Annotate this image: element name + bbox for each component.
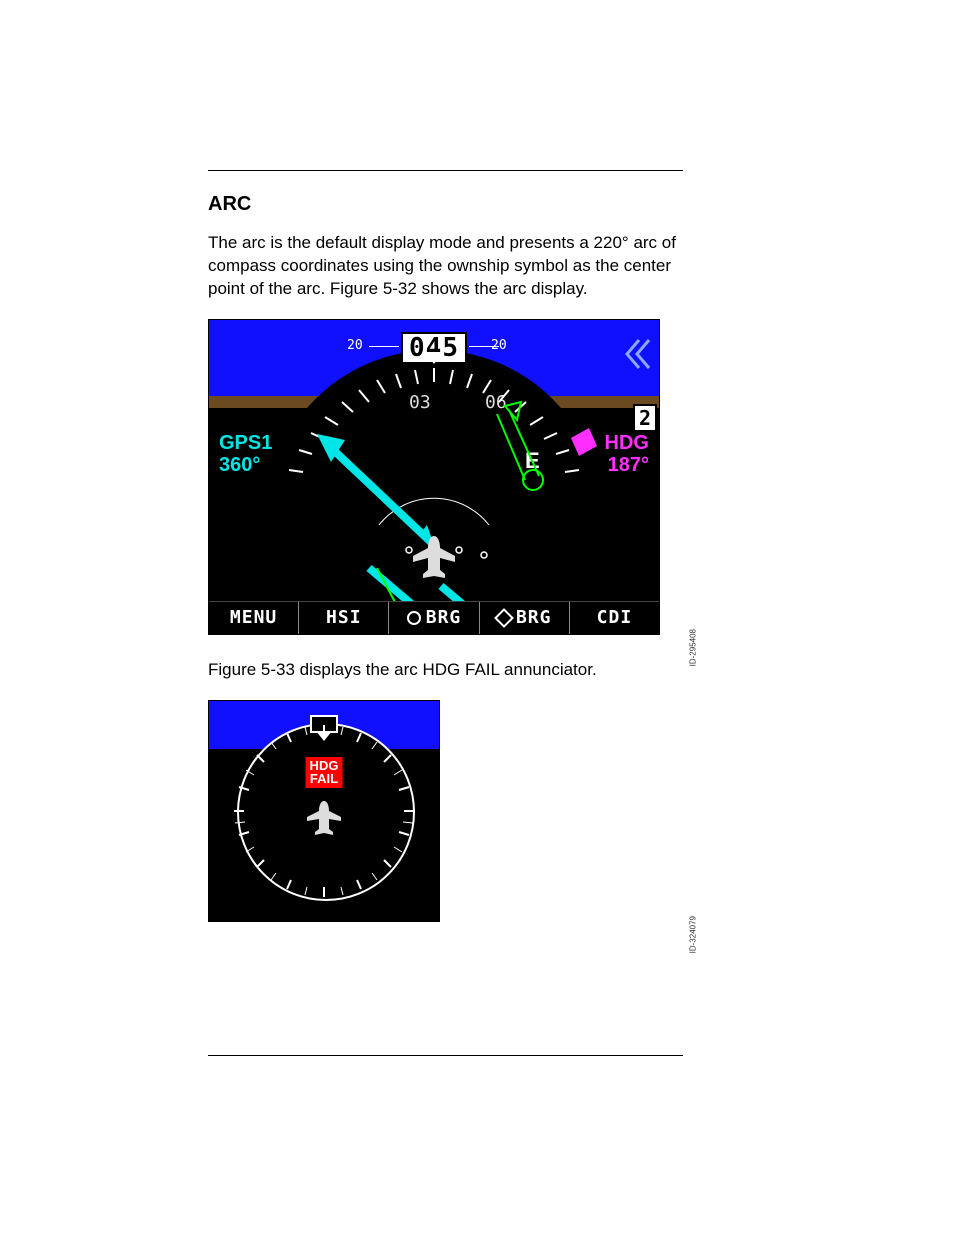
nav-source-readout: GPS1 360° xyxy=(219,432,272,476)
hdg-fail-svg xyxy=(209,701,439,921)
softkey-brg1[interactable]: BRG xyxy=(389,602,479,634)
softkey-label: BRG xyxy=(516,607,552,628)
softkey-menu[interactable]: MENU xyxy=(209,602,299,634)
softkey-hsi[interactable]: HSI xyxy=(299,602,389,634)
figure-hdg-fail: HDG FAIL xyxy=(208,700,683,922)
bottom-rule-wrap xyxy=(208,1055,683,1056)
tape-line-left xyxy=(369,346,399,347)
softkey-brg2[interactable]: BRG xyxy=(480,602,570,634)
diamond-icon xyxy=(494,608,514,628)
softkey-label: CDI xyxy=(597,607,633,628)
figure-arc-display: 20 20 045 03 06 E 2 GPS1 360° HDG 187° xyxy=(208,319,683,635)
section-title: ARC xyxy=(208,193,683,216)
figure-id-label: ID-324079 xyxy=(688,916,697,953)
hdg-fail-display: HDG FAIL xyxy=(208,700,440,922)
softkey-bar: MENU HSI BRG BRG CDI xyxy=(209,601,659,634)
heading-readout: 045 xyxy=(401,332,467,365)
hdg-select-value: 187° xyxy=(608,454,649,476)
compass-num-03: 03 xyxy=(409,392,431,413)
softkey-label: HSI xyxy=(326,607,362,628)
hdg-select-label: HDG xyxy=(605,432,649,454)
bottom-rule xyxy=(208,1055,683,1056)
compass-num-06: 06 xyxy=(485,392,507,413)
tape-num-right: 20 xyxy=(491,338,507,353)
softkey-cdi[interactable]: CDI xyxy=(570,602,659,634)
minimums-digit: 2 xyxy=(633,404,657,432)
softkey-label: MENU xyxy=(230,607,277,628)
nav-source-value: 360° xyxy=(219,454,260,476)
nav-source-id: GPS1 xyxy=(219,432,272,454)
arc-hsi-display: 20 20 045 03 06 E 2 GPS1 360° HDG 187° xyxy=(208,319,660,635)
heading-select-readout: HDG 187° xyxy=(605,432,649,476)
compass-cardinal-e: E xyxy=(525,448,540,474)
ownship-icon xyxy=(307,801,341,835)
page: ARC The arc is the default display mode … xyxy=(0,0,954,1235)
tape-num-left: 20 xyxy=(347,338,363,353)
paragraph-1: The arc is the default display mode and … xyxy=(208,232,683,301)
softkey-label: BRG xyxy=(426,607,462,628)
content-column: ARC The arc is the default display mode … xyxy=(208,170,683,946)
circle-icon xyxy=(407,611,421,625)
top-rule xyxy=(208,170,683,171)
figure-id-label: ID-295408 xyxy=(688,629,697,666)
paragraph-2: Figure 5-33 displays the arc HDG FAIL an… xyxy=(208,659,683,682)
